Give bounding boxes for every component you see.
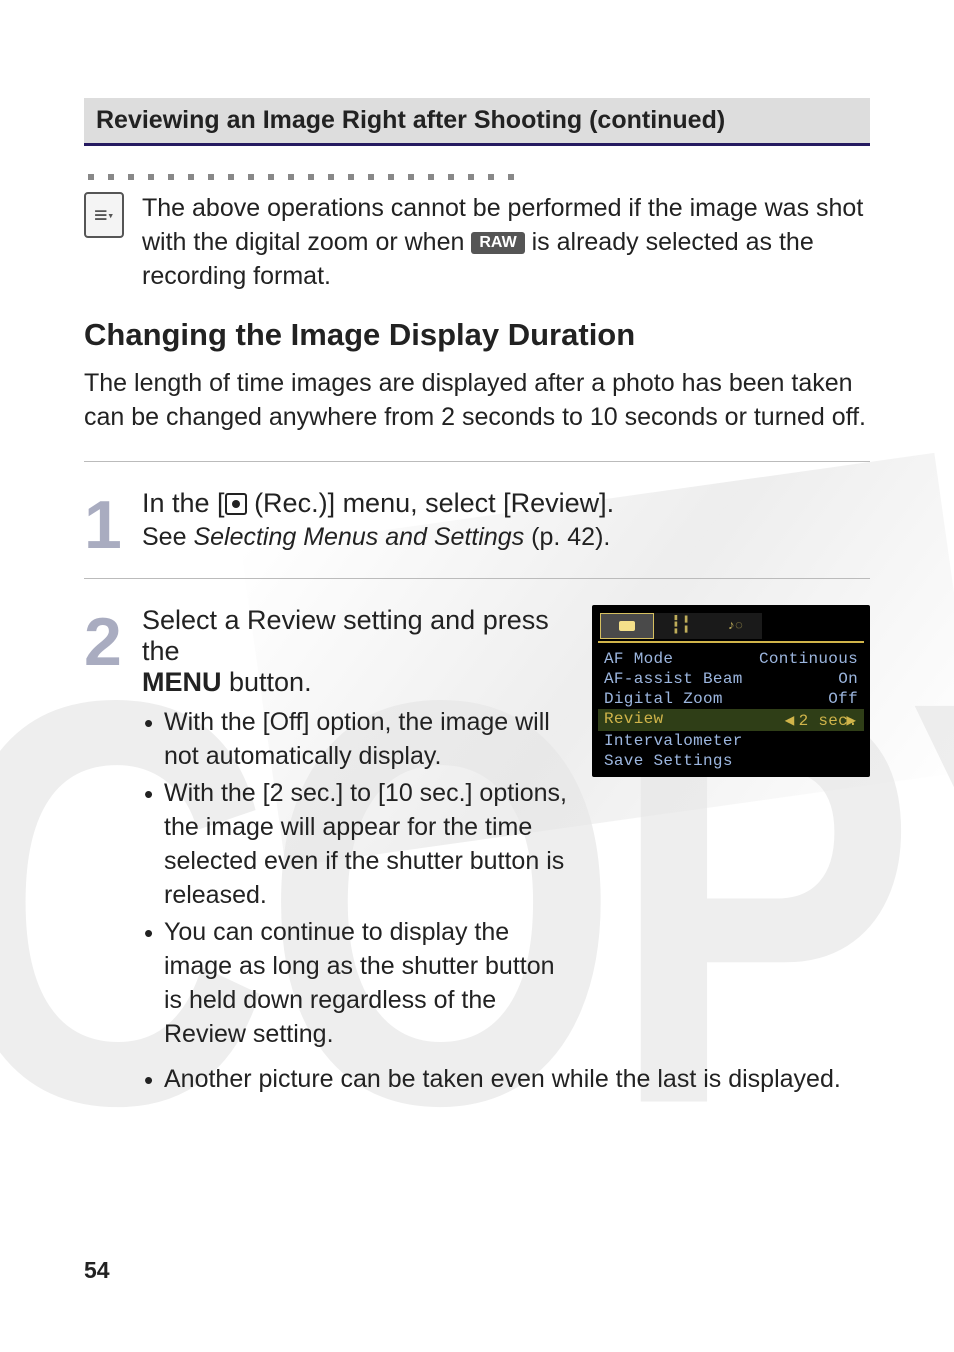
menu-row-intervalometer: Intervalometer [598,731,864,751]
separator-dots [88,174,870,180]
step-1-number: 1 [84,502,128,552]
left-arrow-icon: ◀ [785,712,795,730]
menu-label: Digital Zoom [604,690,723,708]
note-text: The above operations cannot be performed… [142,192,870,293]
step-1: 1 In the [ (Rec.)] menu, select [Review]… [84,488,870,552]
page-number: 54 [84,1257,110,1284]
step-1-desc-emph: Selecting Menus and Settings [193,523,524,551]
subheading: Changing the Image Display Duration [84,317,870,353]
menu-label: AF-assist Beam [604,670,743,688]
divider [84,578,870,579]
step-2-title-menu: MENU [142,667,222,697]
step-2-bullets: With the [Off] option, the image will no… [142,706,574,1052]
right-arrow-icon: ▶ [846,710,856,730]
step-1-title-before: In the [ [142,488,225,518]
step-1-desc-prefix: See [142,523,193,551]
step-2-title-line1: Select a Review setting and press the [142,605,549,666]
menu-row-af-mode: AF Mode Continuous [598,649,864,669]
step-1-desc-suffix: (p. 42). [524,523,610,551]
bullet-4: Another picture can be taken even while … [142,1063,870,1097]
intro-paragraph: The length of time images are displayed … [84,367,870,435]
menu-row-af-assist: AF-assist Beam On [598,669,864,689]
divider [84,461,870,462]
menu-value: Continuous [759,650,858,668]
step-1-title: In the [ (Rec.)] menu, select [Review]. [142,488,870,519]
menu-label: Save Settings [604,752,733,770]
menu-row-save-settings: Save Settings [598,751,864,771]
menu-row-review-highlighted: Review ◀2 sec. [598,709,864,731]
rec-icon [225,493,247,515]
step-2-number: 2 [84,619,128,1101]
tools-tab-icon: ┇╏ [654,613,708,639]
menu-row-digital-zoom: Digital Zoom Off [598,689,864,709]
step-1-desc: See Selecting Menus and Settings (p. 42)… [142,523,870,552]
bullet-1: With the [Off] option, the image will no… [142,706,574,774]
bullet-3: You can continue to display the image as… [142,916,574,1051]
bullet-2: With the [2 sec.] to [10 sec.] options, … [142,777,574,912]
menu-value: Off [828,690,858,708]
menu-label: AF Mode [604,650,673,668]
menu-label: Review [604,710,663,730]
camera-menu-screenshot: ┇╏ ♪◌ AF Mode Continuous AF-assist Beam … [592,605,870,777]
camera-tab-icon [600,613,654,639]
step-2-title-after: button. [222,667,312,697]
raw-tag: RAW [471,232,524,254]
step-2: 2 Select a Review setting and press the … [84,605,870,1101]
person-tab-icon: ♪◌ [708,613,762,639]
step-2-title: Select a Review setting and press the ME… [142,605,574,698]
section-heading: Reviewing an Image Right after Shooting … [84,98,870,146]
menu-label: Intervalometer [604,732,743,750]
note-icon: ≡▾ [84,192,124,238]
menu-value: On [838,670,858,688]
step-2-bullets-cont: Another picture can be taken even while … [142,1063,870,1097]
camera-menu-tabs: ┇╏ ♪◌ [598,611,864,643]
step-1-title-after: (Rec.)] menu, select [Review]. [247,488,615,518]
